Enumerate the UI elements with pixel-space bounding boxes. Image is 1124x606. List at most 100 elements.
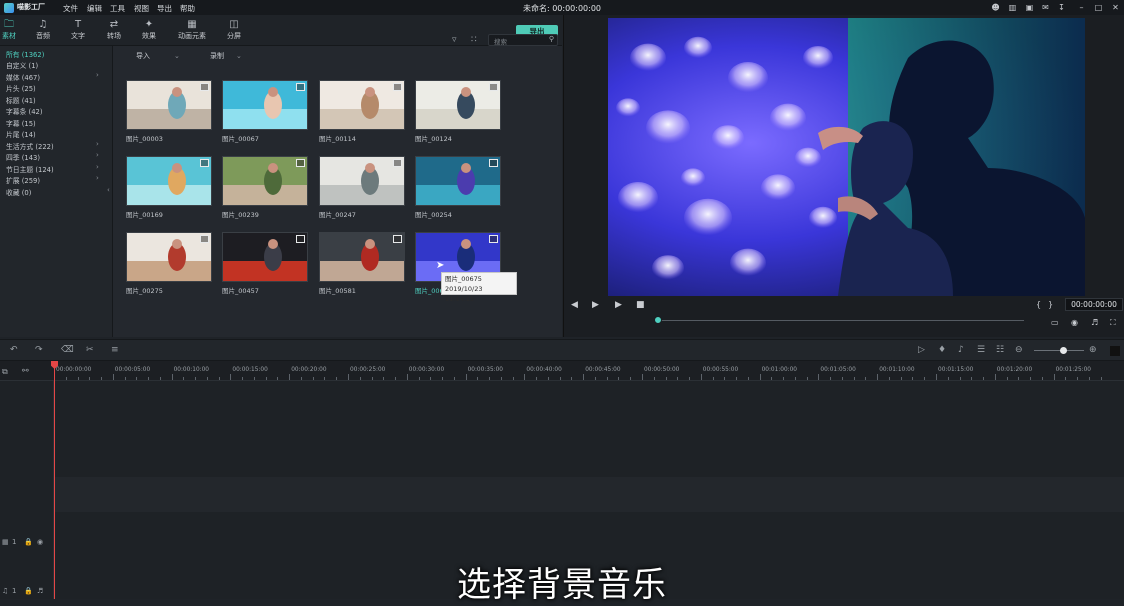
category-item[interactable]: 生活方式 (222) xyxy=(6,141,54,151)
category-item[interactable]: 字幕 (15) xyxy=(6,118,36,128)
account-icon[interactable]: ☻ xyxy=(990,2,1001,13)
media-thumbnail[interactable] xyxy=(415,156,501,206)
undo-icon[interactable]: ↶ xyxy=(10,345,18,355)
redo-icon[interactable]: ↷ xyxy=(35,345,43,355)
media-thumbnail[interactable] xyxy=(319,232,405,282)
cart-icon[interactable]: ▥ xyxy=(1007,2,1018,13)
jellyfish-shape xyxy=(681,168,705,188)
timeline-settings-icon[interactable] xyxy=(1110,346,1120,356)
image-type-icon xyxy=(296,235,305,243)
render-icon[interactable]: ▷ xyxy=(918,345,925,355)
close-icon[interactable]: ✕ xyxy=(1110,2,1121,13)
video-lane[interactable] xyxy=(54,477,1124,512)
ruler-tick xyxy=(1006,377,1008,380)
import-dropdown[interactable]: 导入 ⌄ xyxy=(136,51,180,61)
chevron-right-icon[interactable]: › xyxy=(96,163,99,171)
zoom-out-icon[interactable]: ⊖ xyxy=(1015,345,1023,355)
category-item[interactable]: 四季 (143) xyxy=(6,152,40,162)
category-item[interactable]: 所有 (1362) xyxy=(6,49,44,59)
play-frame-icon[interactable]: ▶ xyxy=(592,300,601,310)
media-thumbnail[interactable] xyxy=(222,80,308,130)
adjust-icon[interactable]: ≡ xyxy=(111,345,119,355)
search-input[interactable]: 搜索 ⚲ xyxy=(488,34,558,46)
eye-icon[interactable]: ◉ xyxy=(37,538,43,546)
category-item[interactable]: 扩展 (259) xyxy=(6,175,40,185)
category-item[interactable]: 节日主题 (124) xyxy=(6,164,54,174)
category-item[interactable]: 片尾 (14) xyxy=(6,129,36,139)
minimize-icon[interactable]: – xyxy=(1076,2,1087,13)
tab-split-screen[interactable]: ◫ 分屏 xyxy=(218,19,250,41)
scrubber-handle[interactable] xyxy=(654,316,662,324)
jellyfish-shape xyxy=(646,110,690,146)
tab-text[interactable]: T 文字 xyxy=(62,19,94,41)
fullscreen-icon[interactable]: ⛶ xyxy=(1110,318,1116,328)
tab-media[interactable]: 🗀 素材 xyxy=(0,19,25,41)
ruler-tick xyxy=(183,377,185,380)
record-dropdown[interactable]: 录制 ⌄ xyxy=(210,51,242,61)
tab-transitions[interactable]: ⇄ 转场 xyxy=(98,19,130,41)
chevron-right-icon[interactable]: › xyxy=(96,174,99,182)
delete-icon[interactable]: ⌫ xyxy=(61,345,74,355)
lock-icon[interactable]: 🔒 xyxy=(24,538,33,546)
tab-elements[interactable]: ▦ 动画元素 xyxy=(172,19,212,41)
download-icon[interactable]: ↧ xyxy=(1056,2,1067,13)
step-back-icon[interactable]: ◀ xyxy=(571,300,580,310)
add-track-icon[interactable]: ⧉ xyxy=(2,367,8,377)
audio-lane[interactable] xyxy=(54,512,1124,547)
category-item[interactable]: 媒体 (467) xyxy=(6,72,40,82)
category-item[interactable]: 收藏 (0) xyxy=(6,187,31,197)
category-item[interactable]: 字幕条 (42) xyxy=(6,106,43,116)
ruler-tick xyxy=(794,377,796,380)
category-item[interactable]: 自定义 (1) xyxy=(6,60,38,70)
jellyfish-shape xyxy=(630,43,666,73)
stop-icon[interactable]: ■ xyxy=(636,300,645,310)
tab-audio[interactable]: ♫ 音频 xyxy=(27,19,59,41)
zoom-slider[interactable] xyxy=(1034,350,1084,351)
volume-icon[interactable]: ♬ xyxy=(1091,318,1098,327)
media-thumbnail-label: 图片_00124 xyxy=(415,135,452,143)
media-thumbnail-label: 图片_00247 xyxy=(319,211,356,219)
cut-icon[interactable]: ✂ xyxy=(86,345,94,355)
jellyfish-shape xyxy=(761,174,795,202)
chevron-right-icon[interactable]: › xyxy=(96,71,99,79)
snap-icon[interactable]: ☷ xyxy=(996,345,1004,355)
chevron-right-icon[interactable]: › xyxy=(96,151,99,159)
playback-scrubber[interactable] xyxy=(656,320,1024,321)
maximize-icon[interactable]: □ xyxy=(1093,2,1104,13)
image-type-icon xyxy=(200,159,209,167)
display-settings-icon[interactable]: ▭ xyxy=(1051,318,1059,327)
media-thumbnail[interactable] xyxy=(126,232,212,282)
timeline-ruler[interactable]: ⧉ ⚯ 00:00:00:00 00:00:05:00 00:00:10:00 00:… xyxy=(0,361,1124,381)
collapse-sidebar-icon[interactable]: ‹ xyxy=(107,186,110,194)
media-thumbnail[interactable] xyxy=(126,80,212,130)
zoom-slider-handle[interactable] xyxy=(1060,347,1067,354)
ruler-tick-label: 00:00:25:00 xyxy=(350,367,386,373)
mixer-icon[interactable]: ☰ xyxy=(977,345,985,355)
mail-icon[interactable]: ✉ xyxy=(1040,2,1051,13)
ruler-tick-label: 00:00:55:00 xyxy=(702,367,739,373)
microphone-icon[interactable]: ♪ xyxy=(958,345,964,355)
mark-in-icon[interactable]: { xyxy=(1036,300,1041,309)
marker-icon[interactable]: ♦ xyxy=(938,345,946,355)
ruler-tick-label: 00:00:40:00 xyxy=(526,367,562,373)
media-thumbnail[interactable] xyxy=(222,156,308,206)
media-thumbnail[interactable] xyxy=(222,232,308,282)
category-item[interactable]: 标题 (41) xyxy=(6,95,36,105)
play-icon[interactable]: ▶ xyxy=(615,300,622,310)
ruler-tick xyxy=(771,377,773,380)
ruler-tick xyxy=(77,377,79,380)
category-item[interactable]: 片头 (25) xyxy=(6,83,36,93)
media-thumbnail[interactable] xyxy=(319,80,405,130)
save-icon[interactable]: ▣ xyxy=(1024,2,1035,13)
zoom-in-icon[interactable]: ⊕ xyxy=(1089,345,1097,355)
media-thumbnail[interactable] xyxy=(415,80,501,130)
mark-out-icon[interactable]: } xyxy=(1048,300,1053,309)
media-thumbnail[interactable] xyxy=(126,156,212,206)
snapshot-icon[interactable]: ◉ xyxy=(1071,318,1078,327)
grid-view-icon[interactable]: ∷ xyxy=(471,35,477,45)
chevron-right-icon[interactable]: › xyxy=(96,140,99,148)
filter-icon[interactable]: ▿ xyxy=(452,35,457,45)
tab-effects[interactable]: ✦ 效果 xyxy=(133,19,165,41)
link-icon[interactable]: ⚯ xyxy=(22,366,29,375)
media-thumbnail[interactable] xyxy=(319,156,405,206)
